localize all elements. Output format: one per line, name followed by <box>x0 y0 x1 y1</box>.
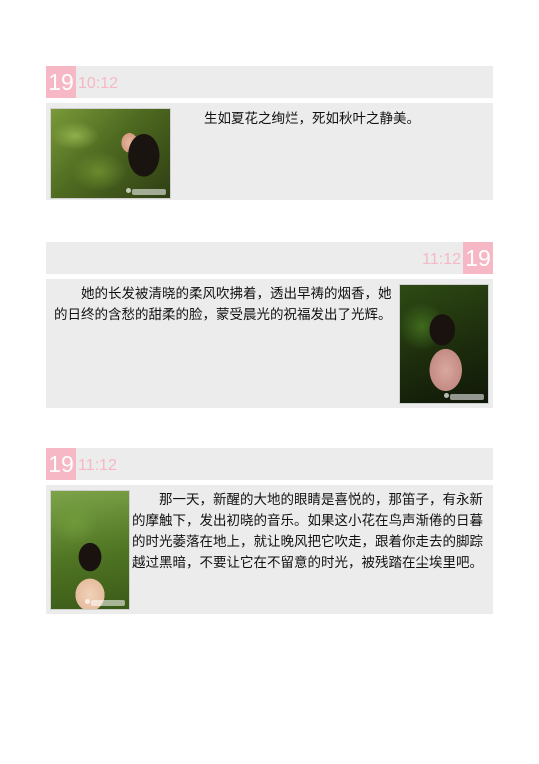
entry-header: 19 10:12 <box>46 66 493 98</box>
entry-text: 那一天，新醒的大地的眼睛是喜悦的，那笛子，有永新的摩触下，发出初晓的音乐。如果这… <box>132 492 483 571</box>
diary-entry-3: 19 11:12 那一天，新醒的大地的眼睛是喜悦的，那笛子，有永新的摩触下，发出… <box>46 448 493 614</box>
entry-body: 生如夏花之绚烂，死如秋叶之静美。 <box>46 103 493 200</box>
watermark-icon <box>85 599 125 606</box>
diary-entry-2: 11:12 19 她的长发被清晓的柔风吹拂着，透出早祷的烟香，她的日终的含愁的甜… <box>46 242 493 408</box>
entry-body: 她的长发被清晓的柔风吹拂着，透出早祷的烟香，她的日终的含愁的甜柔的脸，蒙受晨光的… <box>46 279 493 408</box>
photo-image <box>51 109 170 198</box>
entry-text: 她的长发被清晓的柔风吹拂着，透出早祷的烟香，她的日终的含愁的甜柔的脸，蒙受晨光的… <box>54 286 392 323</box>
watermark-icon <box>444 393 484 400</box>
watermark-icon <box>126 188 166 195</box>
time-label: 11:12 <box>78 457 117 474</box>
photo-image <box>51 491 129 609</box>
entry-text: 生如夏花之绚烂，死如秋叶之静美。 <box>204 111 420 127</box>
time-label: 11:12 <box>422 251 461 268</box>
entry-photo <box>50 108 171 199</box>
day-badge: 19 <box>46 448 76 480</box>
time-label: 10:12 <box>78 75 119 92</box>
entry-header: 19 11:12 <box>46 448 493 480</box>
day-badge: 19 <box>46 66 76 98</box>
photo-image <box>400 285 488 403</box>
diary-entry-1: 19 10:12 生如夏花之绚烂，死如秋叶之静美。 <box>46 66 493 200</box>
day-badge: 19 <box>463 242 493 274</box>
entry-header: 11:12 19 <box>46 242 493 274</box>
entry-photo <box>399 284 489 404</box>
entry-body: 那一天，新醒的大地的眼睛是喜悦的，那笛子，有永新的摩触下，发出初晓的音乐。如果这… <box>46 485 493 614</box>
entry-photo <box>50 490 130 610</box>
